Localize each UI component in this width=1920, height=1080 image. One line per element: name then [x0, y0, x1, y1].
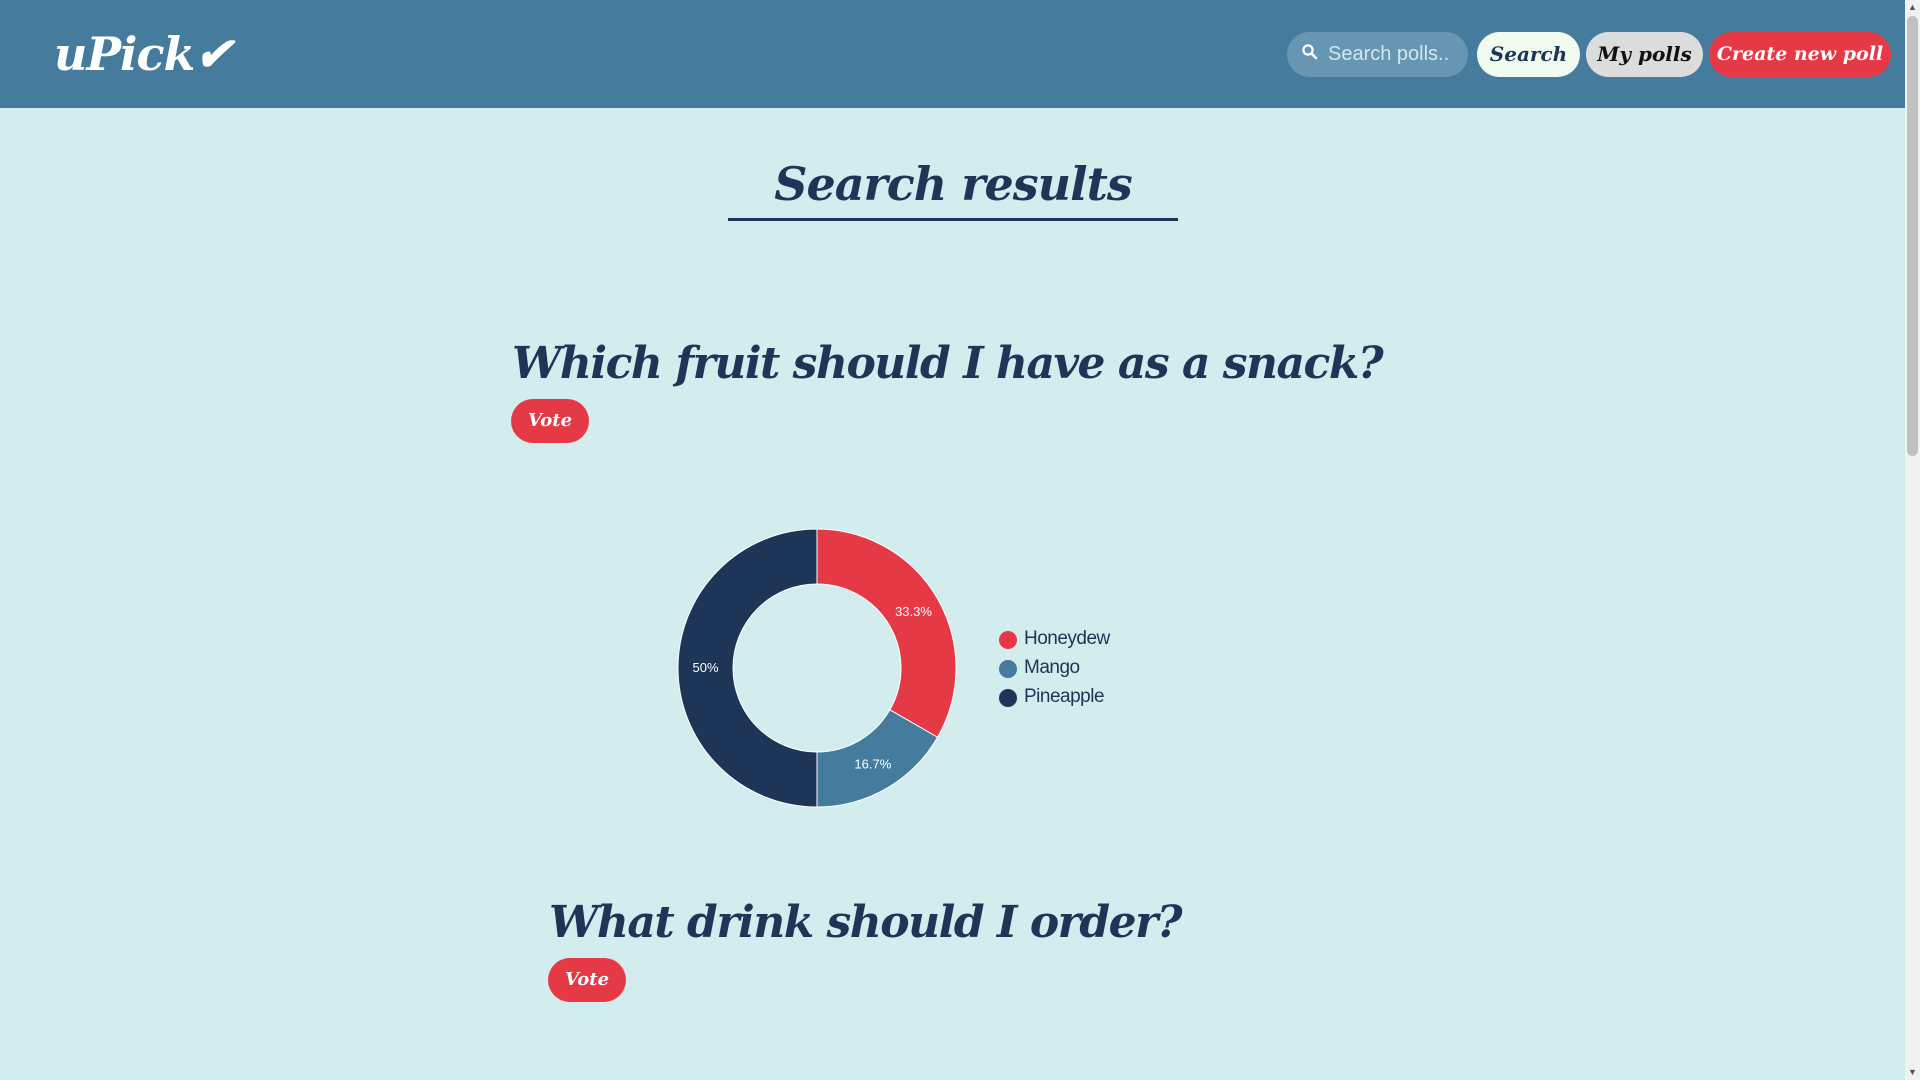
top-nav-bar: uPick✔ Search My polls Create new poll	[0, 0, 1905, 108]
legend-label: Honeydew	[1024, 628, 1110, 649]
poll-question[interactable]: What drink should I order?	[549, 893, 1183, 953]
app-logo[interactable]: uPick✔	[54, 24, 233, 84]
legend-label: Pineapple	[1024, 686, 1105, 707]
search-input[interactable]	[1322, 32, 1468, 77]
poll-results-donut-chart: 33.3% 16.7% 50%	[677, 528, 957, 808]
search-box[interactable]	[1287, 32, 1468, 77]
legend-swatch	[999, 631, 1017, 649]
legend-label: Mango	[1024, 657, 1080, 678]
create-new-poll-button[interactable]: Create new poll	[1709, 32, 1891, 77]
donut-slice-honeydew[interactable]	[816, 528, 957, 738]
page-title: Search results	[774, 157, 1132, 211]
vote-button[interactable]: Vote	[548, 958, 626, 1002]
legend-swatch	[999, 660, 1017, 678]
page: uPick✔ Search My polls Create new poll S…	[0, 0, 1920, 1080]
search-icon	[1302, 44, 1318, 60]
legend-swatch	[999, 689, 1017, 707]
search-button[interactable]: Search	[1477, 32, 1580, 77]
my-polls-button[interactable]: My polls	[1586, 32, 1703, 77]
slice-percent-label: 33.3%	[895, 604, 932, 619]
vertical-scrollbar[interactable]: ▲ ▼	[1905, 0, 1920, 1080]
chevron-up-icon[interactable]: ▲	[1905, 0, 1920, 15]
slice-percent-label: 50%	[692, 660, 718, 675]
poll-question[interactable]: Which fruit should I have as a snack?	[512, 334, 1384, 394]
slice-percent-label: 16.7%	[854, 757, 891, 772]
scrollbar-thumb[interactable]	[1907, 16, 1918, 456]
vote-button[interactable]: Vote	[511, 399, 589, 443]
title-underline	[728, 218, 1178, 221]
chevron-down-icon[interactable]: ▼	[1905, 1065, 1920, 1080]
